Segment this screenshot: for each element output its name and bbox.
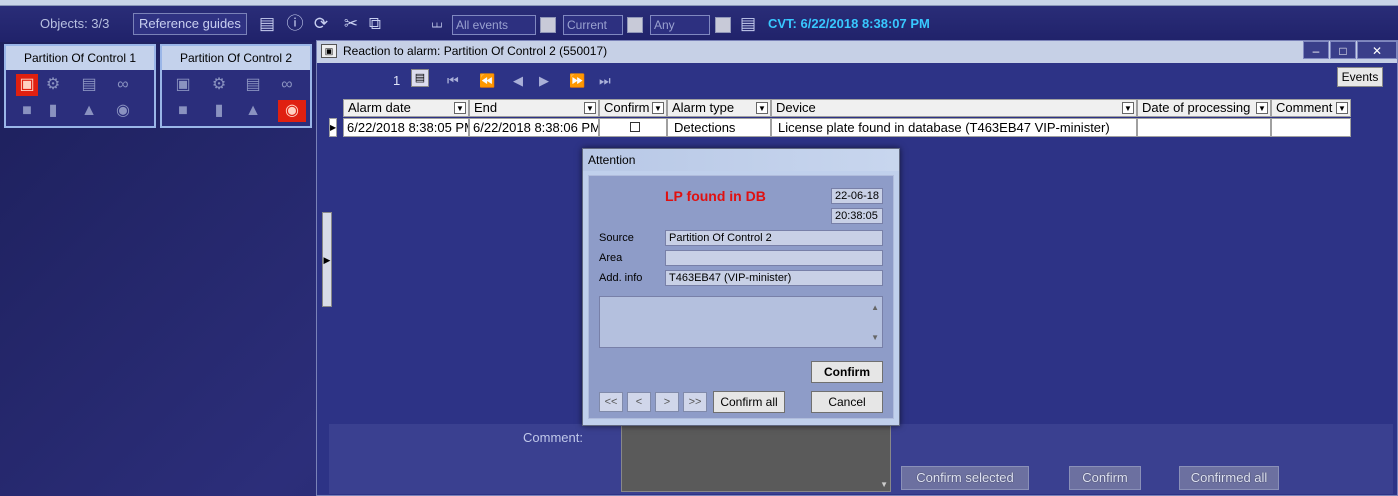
first-alarm-button[interactable]: <<	[599, 392, 623, 412]
objects-count: Objects: 3/3	[40, 16, 110, 31]
reaction-title: Reaction to alarm: Partition Of Control …	[343, 44, 608, 58]
column-header[interactable]: Alarm date ▼	[343, 99, 469, 117]
column-header[interactable]: Alarm type ▼	[667, 99, 771, 117]
door-icon[interactable]: ▮	[42, 100, 64, 122]
comment-input[interactable]: ▼	[621, 424, 891, 492]
door-icon[interactable]: ▮	[208, 100, 230, 122]
row-indicator[interactable]: ▶	[329, 118, 337, 137]
events-button[interactable]: Events	[1337, 67, 1383, 87]
forward-icon[interactable]: ⏩	[569, 73, 585, 89]
column-header[interactable]: Confirm ▼	[599, 99, 667, 117]
cvt-time: CVT: 6/22/2018 8:38:07 PM	[768, 16, 930, 31]
confirm-button[interactable]: Confirm	[1069, 466, 1141, 490]
voicemail-icon[interactable]: ∞	[112, 74, 134, 96]
list-icon[interactable]: ▤	[256, 13, 278, 35]
events-filter-field[interactable]: All events	[452, 15, 536, 35]
prev-alarm-button[interactable]: <	[627, 392, 651, 412]
table-cell[interactable]	[1137, 118, 1271, 137]
addinfo-field: T463EB47 (VIP-minister)	[665, 270, 883, 286]
current-filter-toggle[interactable]	[627, 17, 643, 33]
column-header[interactable]: Device ▼	[771, 99, 1137, 117]
signal-icon[interactable]: ◉	[112, 100, 134, 122]
partition-panel-1[interactable]: Partition Of Control 1 ▣ ⚙ ▤ ∞ ■ ▮ ▲ ◉	[4, 44, 156, 128]
table-cell[interactable]: 6/22/2018 8:38:06 PM	[469, 118, 599, 137]
close-button[interactable]: ✕	[1357, 41, 1397, 59]
column-header[interactable]: End ▼	[469, 99, 599, 117]
first-page-icon[interactable]: ⏮	[447, 73, 459, 89]
any-filter-field[interactable]: Any	[650, 15, 710, 35]
column-header[interactable]: Date of processing ▼	[1137, 99, 1271, 117]
scroll-down-icon[interactable]: ▼	[880, 480, 888, 489]
table-cell[interactable]: License plate found in database (T463EB4…	[771, 118, 1137, 137]
dialog-confirm-button[interactable]: Confirm	[811, 361, 883, 383]
alarm-date: 22-06-18	[831, 188, 883, 204]
film-icon[interactable]: ▤	[78, 74, 100, 96]
attention-dialog: Attention LP found in DB 22-06-18 20:38:…	[582, 148, 900, 426]
any-filter-toggle[interactable]	[715, 17, 731, 33]
area-field	[665, 250, 883, 266]
table-cell[interactable]	[1271, 118, 1351, 137]
dialog-title: Attention	[583, 149, 899, 171]
last-page-icon[interactable]: ⏭	[599, 73, 611, 89]
area-label: Area	[599, 252, 623, 264]
partition-panel-2[interactable]: Partition Of Control 2 ▣ ⚙ ▤ ∞ ■ ▮ ▲ ◉	[160, 44, 312, 128]
camera-icon[interactable]: ■	[172, 100, 194, 122]
comment-area: Comment: ▼ Confirm selected Confirm Conf…	[329, 424, 1393, 494]
table-cell[interactable]: 6/22/2018 8:38:05 PM	[343, 118, 469, 137]
film-icon[interactable]: ▤	[242, 74, 264, 96]
copy-icon[interactable]: ⧉	[364, 13, 386, 35]
signal-alarm-icon[interactable]: ◉	[278, 100, 306, 122]
confirmed-all-button[interactable]: Confirmed all	[1179, 466, 1279, 490]
reaction-title-bar: ▣ Reaction to alarm: Partition Of Contro…	[317, 41, 1397, 63]
next-alarm-button[interactable]: >	[655, 392, 679, 412]
minimize-button[interactable]: –	[1303, 41, 1329, 59]
main-toolbar: Objects: 3/3 Reference guides ▤ ⓘ ⟳ ✂ ⧉ …	[0, 6, 1398, 42]
scroll-down-icon[interactable]: ▼	[871, 331, 879, 345]
confirm-checkbox[interactable]	[599, 118, 667, 137]
filter-icon[interactable]: ⏙	[426, 13, 448, 35]
monitor-icon[interactable]: ▣	[172, 74, 194, 96]
alarm-bell-icon[interactable]: ▲	[78, 100, 100, 122]
table-cell[interactable]: Detections	[667, 118, 771, 137]
last-alarm-button[interactable]: >>	[683, 392, 707, 412]
alarm-heading: LP found in DB	[665, 188, 766, 204]
reference-guides-button[interactable]: Reference guides	[133, 13, 247, 35]
gear-icon[interactable]: ⚙	[42, 74, 64, 96]
voicemail-icon[interactable]: ∞	[276, 74, 298, 96]
partition-title: Partition Of Control 1	[6, 46, 154, 70]
book-icon[interactable]: ▤	[737, 13, 759, 35]
scissors-icon[interactable]: ✂	[340, 13, 362, 35]
refresh-icon[interactable]: ⟳	[310, 13, 332, 35]
window-icon: ▣	[321, 44, 337, 58]
rewind-icon[interactable]: ⏪	[479, 73, 495, 89]
expand-panel-tab[interactable]: ▶	[322, 212, 332, 307]
dialog-body: LP found in DB 22-06-18 20:38:05 Source …	[588, 175, 894, 419]
alarm-bell-icon[interactable]: ▲	[242, 100, 264, 122]
dialog-comment-input[interactable]: ▲ ▼	[599, 296, 883, 348]
events-filter-toggle[interactable]	[540, 17, 556, 33]
next-icon[interactable]: ▶	[539, 73, 549, 89]
confirm-all-button[interactable]: Confirm all	[713, 391, 785, 413]
alarm-time: 20:38:05	[831, 208, 883, 224]
page-list-icon[interactable]: ▤	[411, 69, 429, 87]
gear-icon[interactable]: ⚙	[208, 74, 230, 96]
partition-title: Partition Of Control 2	[162, 46, 310, 70]
info-icon[interactable]: ⓘ	[284, 13, 306, 35]
current-filter-field[interactable]: Current	[563, 15, 623, 35]
column-header[interactable]: Comment ▼	[1271, 99, 1351, 117]
addinfo-label: Add. info	[599, 272, 643, 284]
source-label: Source	[599, 232, 634, 244]
scroll-up-icon[interactable]: ▲	[871, 301, 879, 315]
dialog-cancel-button[interactable]: Cancel	[811, 391, 883, 413]
page-number: 1	[393, 73, 401, 88]
prev-icon[interactable]: ◀	[513, 73, 523, 89]
confirm-selected-button[interactable]: Confirm selected	[901, 466, 1029, 490]
camera-icon[interactable]: ■	[16, 100, 38, 122]
maximize-button[interactable]: □	[1330, 41, 1356, 59]
source-field: Partition Of Control 2	[665, 230, 883, 246]
comment-label: Comment:	[523, 430, 583, 445]
monitor-icon[interactable]: ▣	[16, 74, 38, 96]
